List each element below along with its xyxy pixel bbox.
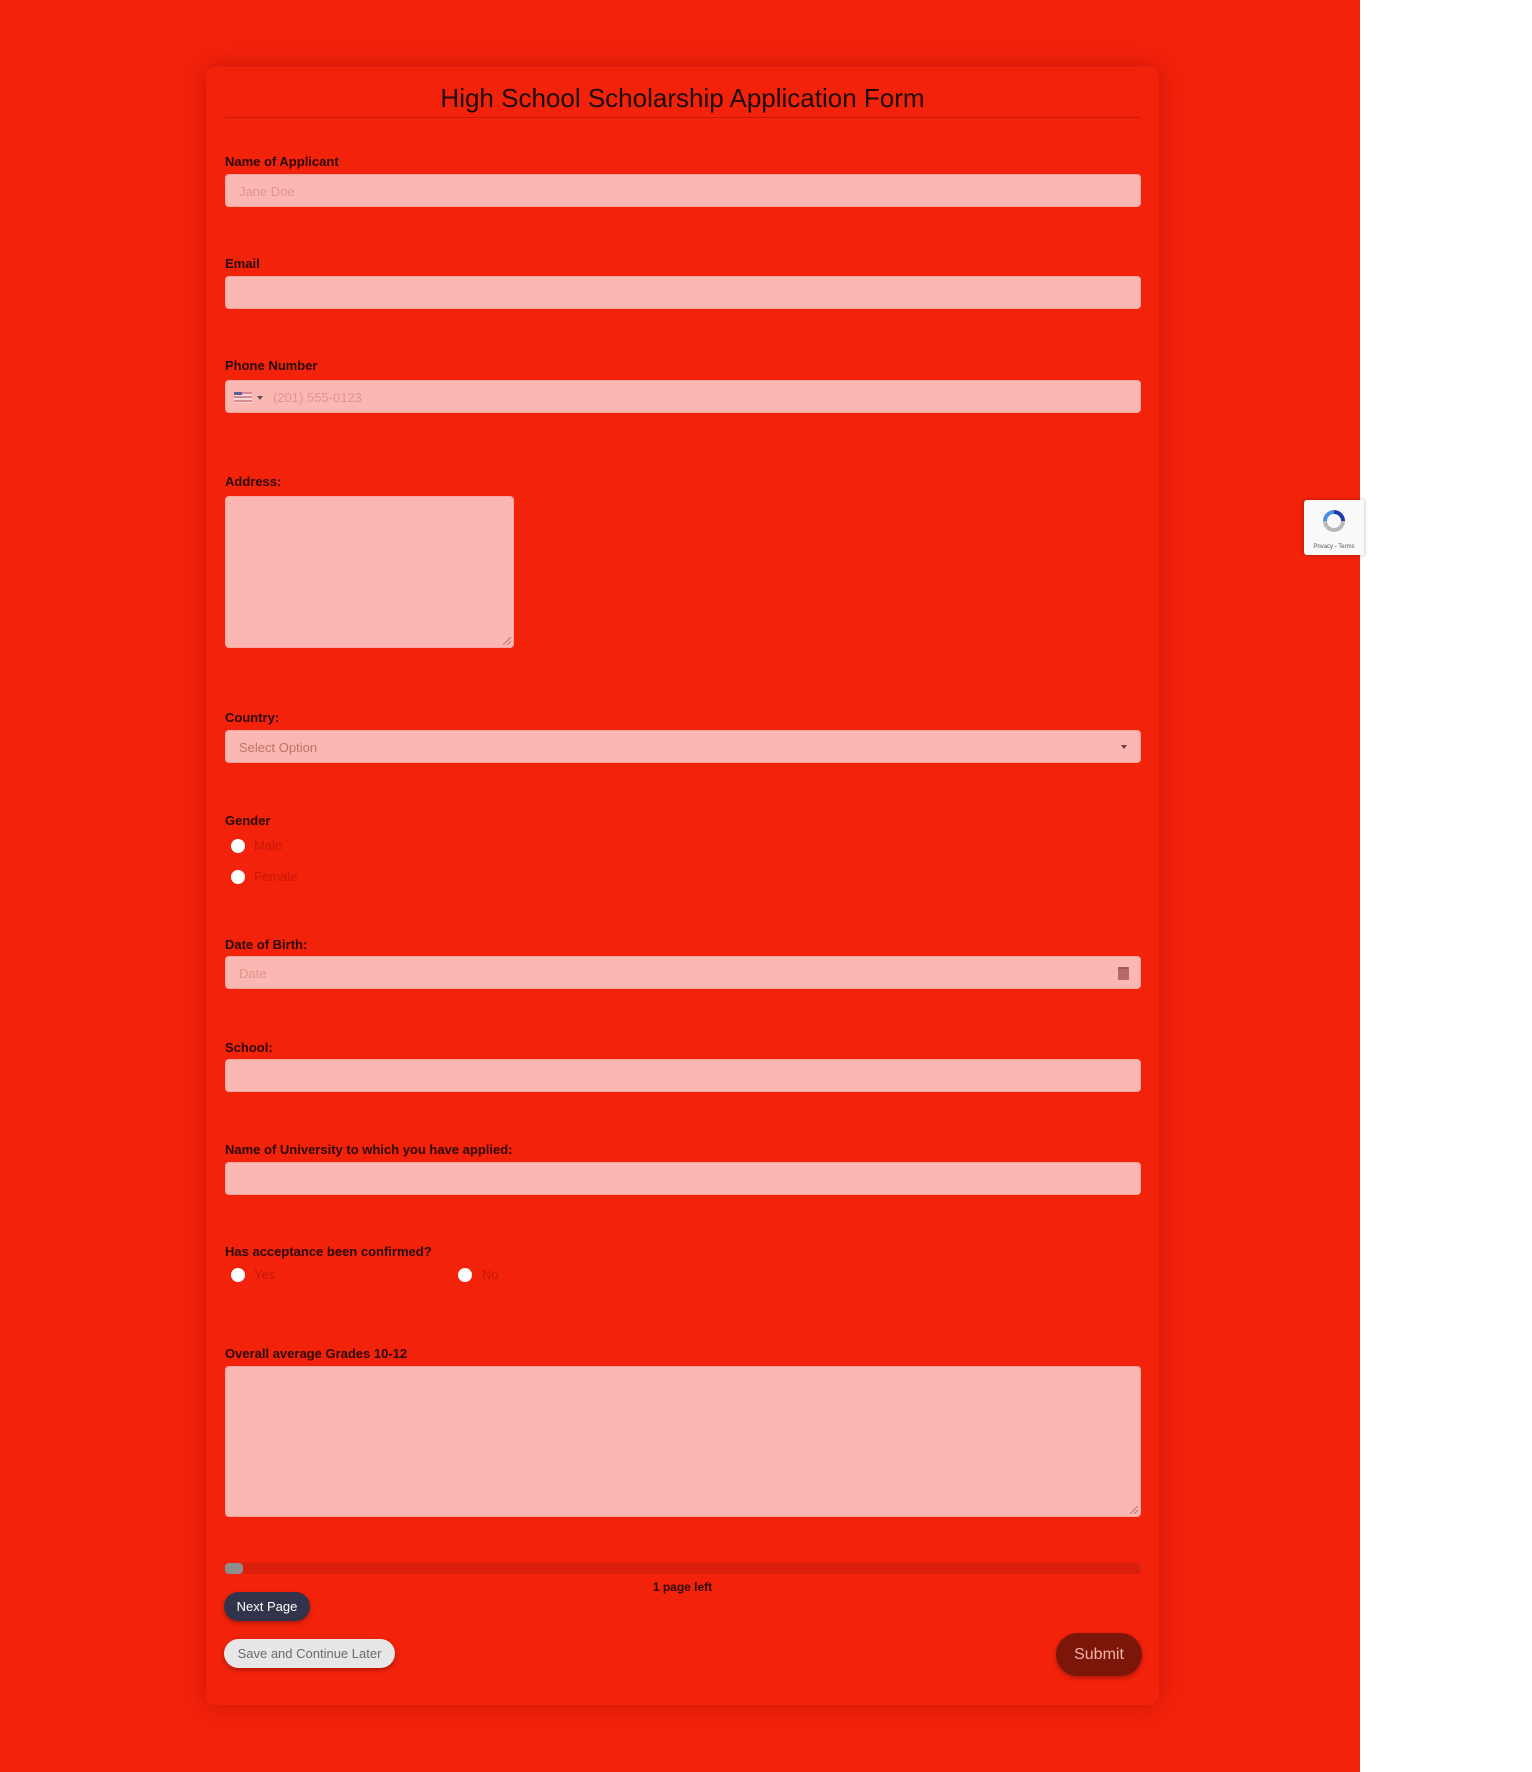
- submit-button[interactable]: Submit: [1056, 1633, 1142, 1676]
- dob-label: Date of Birth:: [225, 937, 308, 952]
- grades-textarea[interactable]: [225, 1366, 1141, 1517]
- gender-male-label: Male: [254, 838, 283, 853]
- university-label: Name of University to which you have app…: [225, 1142, 513, 1157]
- school-label: School:: [225, 1040, 273, 1055]
- country-code-dropdown-icon[interactable]: [257, 396, 263, 400]
- university-input[interactable]: [225, 1162, 1141, 1195]
- chevron-down-icon: [1121, 745, 1127, 749]
- recaptcha-icon: [1323, 510, 1345, 532]
- school-input[interactable]: [225, 1059, 1141, 1092]
- address-label: Address:: [225, 474, 282, 489]
- grades-label: Overall average Grades 10-12: [225, 1346, 408, 1361]
- phone-input[interactable]: (201) 555-0123: [225, 380, 1141, 413]
- country-select[interactable]: Select Option: [225, 730, 1141, 763]
- gender-female-radio[interactable]: [231, 870, 245, 884]
- name-placeholder: Jane Doe: [239, 184, 295, 199]
- dob-placeholder: Date: [239, 966, 267, 981]
- acceptance-yes-radio[interactable]: [231, 1268, 245, 1282]
- progress-bar: [225, 1563, 1141, 1574]
- email-label: Email: [225, 256, 260, 271]
- calendar-icon[interactable]: [1118, 967, 1129, 980]
- recaptcha-badge[interactable]: Privacy - Terms: [1304, 500, 1364, 555]
- dob-input[interactable]: Date: [225, 956, 1141, 989]
- acceptance-label: Has acceptance been confirmed?: [225, 1244, 432, 1259]
- progress-fill: [225, 1563, 244, 1574]
- form-title: High School Scholarship Application Form: [440, 83, 925, 113]
- recaptcha-links[interactable]: Privacy - Terms: [1304, 544, 1364, 550]
- form-card: High School Scholarship Application Form…: [206, 67, 1159, 1705]
- acceptance-no-label: No: [482, 1267, 499, 1282]
- gender-female-label: Female: [254, 869, 298, 884]
- country-selected: Select Option: [239, 740, 318, 755]
- resize-handle-icon[interactable]: [1130, 1506, 1138, 1514]
- email-input[interactable]: [225, 276, 1141, 309]
- acceptance-no-radio[interactable]: [458, 1268, 472, 1282]
- address-textarea[interactable]: [225, 496, 514, 648]
- gender-label: Gender: [225, 813, 271, 828]
- name-input[interactable]: Jane Doe: [225, 174, 1141, 207]
- pages-left-text: 1 page left: [652, 1580, 713, 1594]
- us-flag-icon[interactable]: [234, 392, 252, 403]
- phone-placeholder: (201) 555-0123: [273, 390, 362, 405]
- country-label: Country:: [225, 710, 280, 725]
- next-page-button[interactable]: Next Page: [224, 1592, 310, 1621]
- title-divider: [225, 117, 1140, 118]
- save-continue-button[interactable]: Save and Continue Later: [224, 1639, 395, 1668]
- resize-handle-icon[interactable]: [503, 637, 511, 645]
- gender-male-radio[interactable]: [231, 839, 245, 853]
- name-label: Name of Applicant: [225, 154, 339, 169]
- acceptance-yes-label: Yes: [254, 1267, 276, 1282]
- phone-label: Phone Number: [225, 358, 318, 373]
